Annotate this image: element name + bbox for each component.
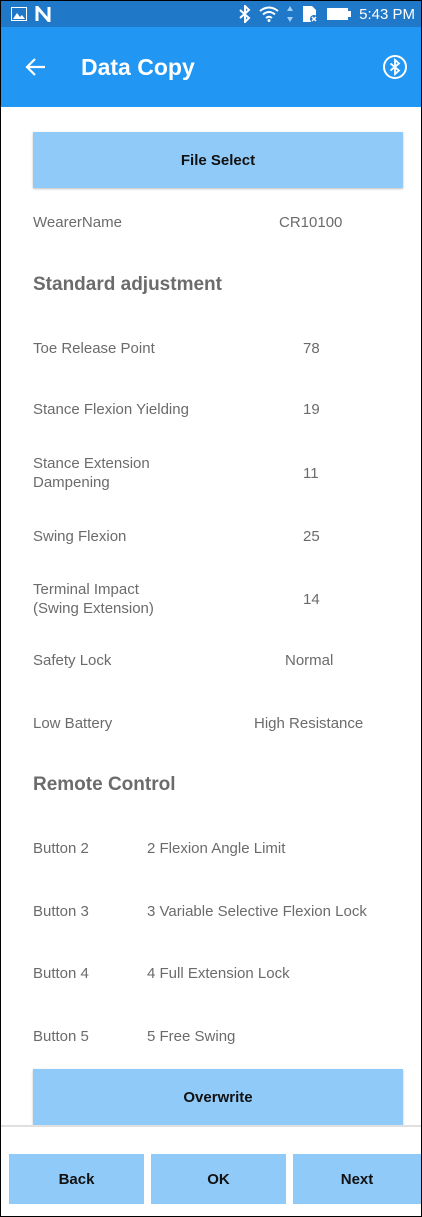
overwrite-button[interactable]: Overwrite <box>33 1069 403 1125</box>
file-select-button[interactable]: File Select <box>33 132 403 188</box>
button-4-value: 4 Full Extension Lock <box>147 965 290 982</box>
wearer-name-label: WearerName <box>33 214 122 231</box>
stance-flexion-yielding-value: 19 <box>303 401 320 418</box>
terminal-impact-value: 14 <box>303 591 320 608</box>
remote-control-heading: Remote Control <box>33 774 176 795</box>
stance-extension-dampening-value: 11 <box>303 465 319 482</box>
app-bar: Data Copy <box>1 27 421 107</box>
label-line: Dampening <box>33 474 110 491</box>
toe-release-point-value: 78 <box>303 340 320 357</box>
bluetooth-button[interactable] <box>379 51 411 83</box>
wearer-name-value: CR10100 <box>279 214 343 231</box>
sim-icon <box>301 5 319 23</box>
back-button[interactable]: Back <box>9 1154 144 1204</box>
n-notification-icon <box>35 6 51 22</box>
toe-release-point-label: Toe Release Point <box>33 340 155 357</box>
next-button[interactable]: Next <box>293 1154 421 1204</box>
button-4-label: Button 4 <box>33 965 89 982</box>
safety-lock-value: Normal <box>285 652 334 669</box>
page-title: Data Copy <box>81 53 195 80</box>
bottom-nav: Back OK Next <box>1 1127 421 1216</box>
button-3-label: Button 3 <box>33 903 89 920</box>
low-battery-value: High Resistance <box>254 715 364 732</box>
button-2-label: Button 2 <box>33 840 89 857</box>
button-5-value: 5 Free Swing <box>147 1028 236 1045</box>
safety-lock-label: Safety Lock <box>33 652 112 669</box>
stance-extension-dampening-label: Stance Extension Dampening <box>33 454 150 492</box>
button-2-value: 2 Flexion Angle Limit <box>147 840 286 857</box>
swing-flexion-value: 25 <box>303 528 320 545</box>
label-line: Terminal Impact <box>33 581 139 598</box>
stance-flexion-yielding-label: Stance Flexion Yielding <box>33 401 189 418</box>
battery-icon <box>327 7 352 21</box>
ok-button[interactable]: OK <box>151 1154 286 1204</box>
button-3-value: 3 Variable Selective Flexion Lock <box>147 903 367 920</box>
arrow-left-icon <box>25 58 45 76</box>
bluetooth-icon <box>239 5 251 23</box>
data-transfer-icon <box>287 6 294 22</box>
button-5-label: Button 5 <box>33 1028 89 1045</box>
low-battery-label: Low Battery <box>33 715 113 732</box>
wifi-icon <box>259 6 279 22</box>
label-line: (Swing Extension) <box>33 600 154 617</box>
label-line: Stance Extension <box>33 455 150 472</box>
bluetooth-icon <box>383 55 407 79</box>
back-arrow-button[interactable] <box>7 39 63 95</box>
status-bar: 5:43 PM <box>1 1 421 27</box>
terminal-impact-label: Terminal Impact (Swing Extension) <box>33 580 154 618</box>
image-icon <box>11 7 27 21</box>
swing-flexion-label: Swing Flexion <box>33 528 127 545</box>
standard-adjustment-heading: Standard adjustment <box>33 274 222 295</box>
status-time: 5:43 PM <box>359 5 415 23</box>
screen: 5:43 PM Data Copy File Select WearerName… <box>0 0 422 1217</box>
